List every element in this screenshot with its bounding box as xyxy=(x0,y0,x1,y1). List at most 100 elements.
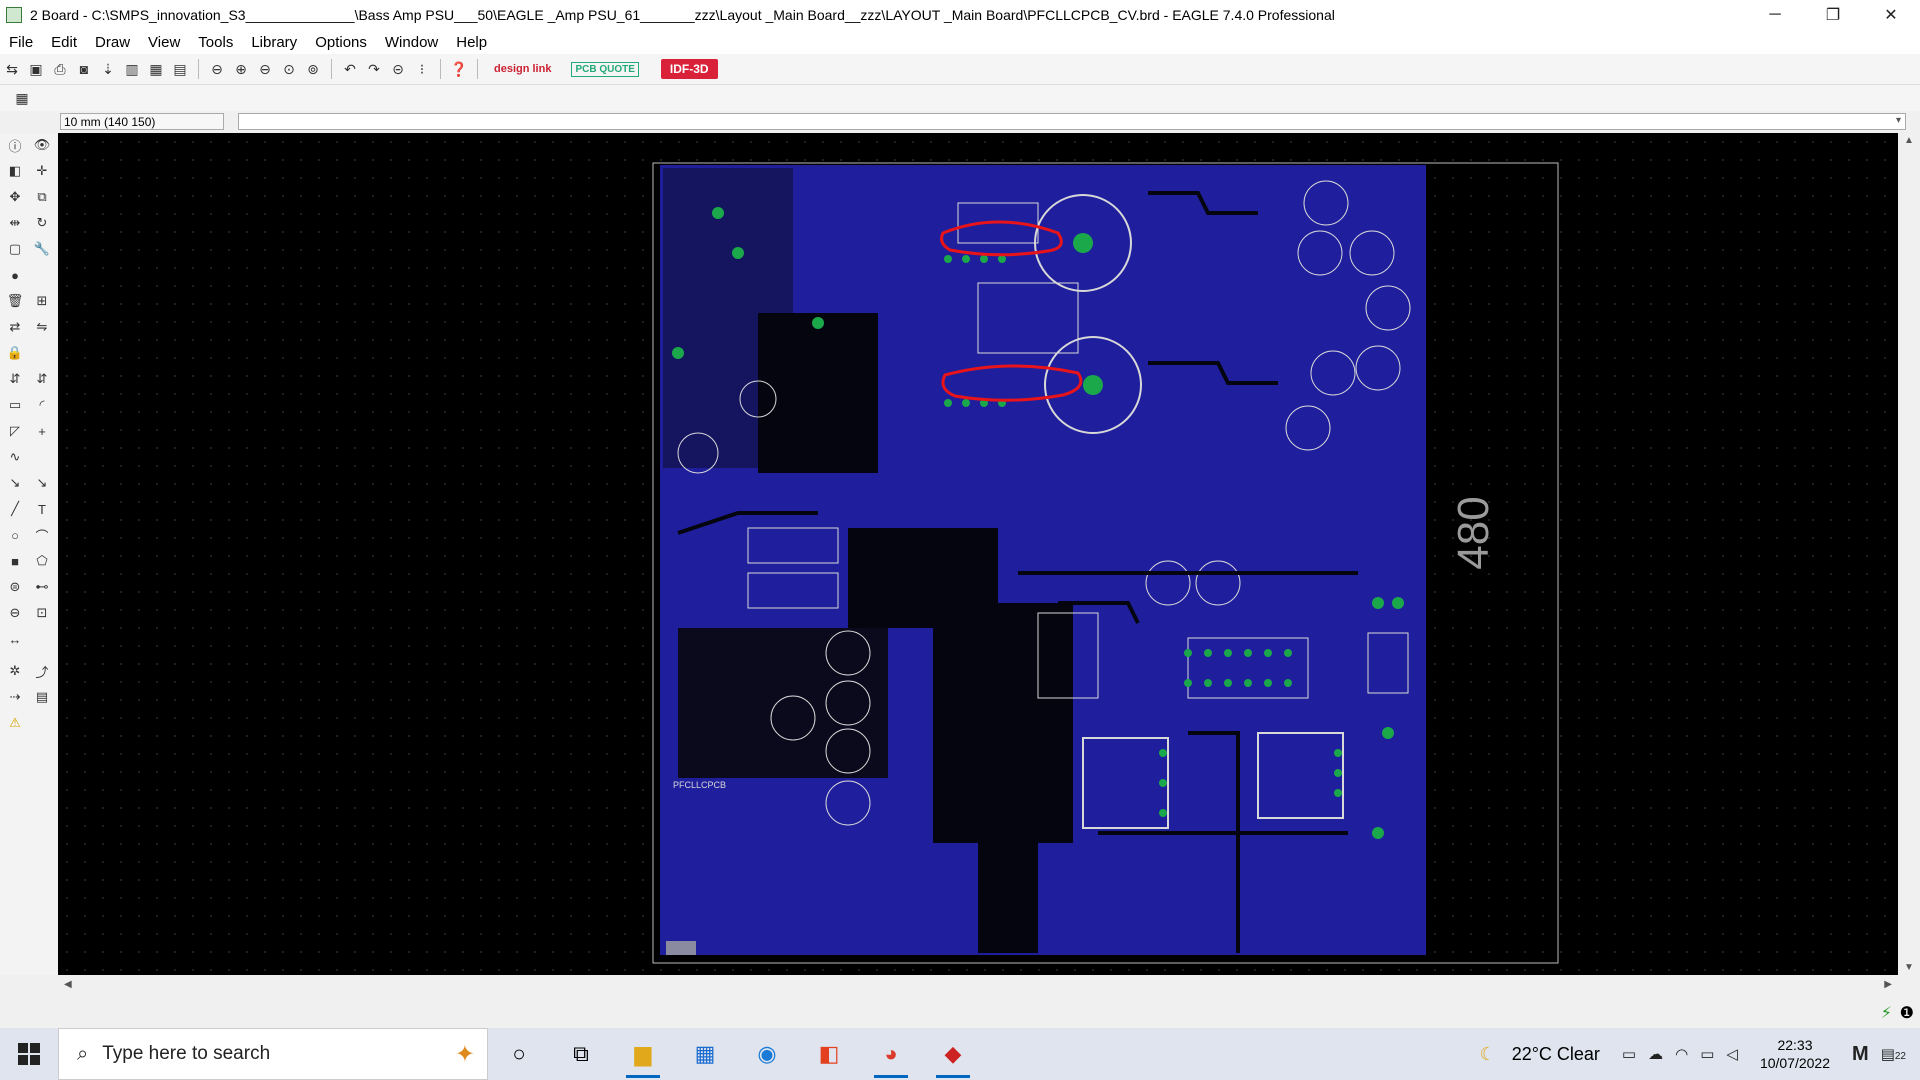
stop-icon[interactable]: ❶ xyxy=(1900,1003,1914,1023)
meet-now-icon[interactable]: ▭ xyxy=(1622,1045,1636,1063)
battery-icon[interactable]: ▭ xyxy=(1700,1045,1714,1063)
errors-icon[interactable]: ▤ xyxy=(32,687,52,707)
onedrive-icon[interactable]: ☁ xyxy=(1648,1045,1663,1063)
zoom-fit-icon[interactable]: ⊖ xyxy=(207,59,227,79)
ratsnest-icon[interactable]: ✲ xyxy=(5,661,25,681)
circle-icon[interactable]: ○ xyxy=(5,525,25,545)
miter-icon[interactable]: ◜ xyxy=(32,395,52,415)
eagle-taskbar-icon[interactable]: ◆ xyxy=(922,1028,984,1080)
drc-icon[interactable]: ⇢ xyxy=(5,687,25,707)
mark-icon[interactable]: ✛ xyxy=(32,161,52,181)
windows-start-button[interactable] xyxy=(0,1028,58,1080)
lightning-icon[interactable]: ⚡ xyxy=(1881,1003,1892,1023)
redraw-icon[interactable]: ⊚ xyxy=(303,59,323,79)
taskbar-search-box[interactable]: ⌕ Type here to search ✦ xyxy=(58,1028,488,1080)
rotate-icon[interactable]: ↻ xyxy=(32,213,52,233)
redo-icon[interactable]: ↷ xyxy=(364,59,384,79)
replace-icon[interactable]: ⇄ xyxy=(5,317,25,337)
script-icon[interactable]: ⇣ xyxy=(98,59,118,79)
cam-icon[interactable]: ◙ xyxy=(74,59,94,79)
text-icon[interactable]: T xyxy=(32,499,52,519)
copy-icon[interactable]: ⧉ xyxy=(32,187,52,207)
zoom-in-icon[interactable]: ⊕ xyxy=(231,59,251,79)
paste-icon[interactable]: ● xyxy=(5,265,25,285)
value-icon[interactable]: ⇵ xyxy=(32,369,52,389)
menu-help[interactable]: Help xyxy=(447,34,496,51)
notification-icon[interactable]: ▤22 xyxy=(1881,1045,1906,1063)
info-icon[interactable]: ⓘ xyxy=(5,135,25,155)
search-highlight-icon[interactable]: ✦ xyxy=(455,1040,475,1069)
lock-icon[interactable]: 🔒 xyxy=(5,343,25,363)
polygon-icon[interactable]: ⬠ xyxy=(32,551,52,571)
move-icon[interactable]: ✥ xyxy=(5,187,25,207)
design-link-logo[interactable]: design link xyxy=(494,63,551,75)
stop-icon[interactable]: ⊝ xyxy=(388,59,408,79)
arc-icon[interactable]: ⌒ xyxy=(32,525,52,545)
signal-icon[interactable]: ⊷ xyxy=(32,577,52,597)
wifi-icon[interactable]: ◠ xyxy=(1675,1045,1688,1063)
taskbar-clock[interactable]: 22:33 10/07/2022 xyxy=(1760,1036,1830,1072)
autorouter-icon[interactable]: ⤴ xyxy=(32,661,52,681)
horizontal-scrollbar[interactable]: ◀ ▶ xyxy=(58,975,1898,997)
idf-3d-button[interactable]: IDF-3D xyxy=(660,59,718,79)
hole-icon[interactable]: ⊖ xyxy=(5,603,25,623)
menu-view[interactable]: View xyxy=(139,34,189,51)
vertical-scrollbar[interactable]: ▲ ▼ xyxy=(1898,133,1920,975)
scroll-down-icon[interactable]: ▼ xyxy=(1904,962,1914,973)
line-icon[interactable]: ╱ xyxy=(5,499,25,519)
weather-readout[interactable]: 22°C Clear xyxy=(1512,1044,1600,1065)
undo-icon[interactable]: ↶ xyxy=(340,59,360,79)
ulp-icon[interactable]: ▥ xyxy=(122,59,142,79)
rect-icon[interactable]: ■ xyxy=(5,551,25,571)
ripup-icon[interactable]: ↘ xyxy=(5,473,25,493)
menu-file[interactable]: File xyxy=(0,34,42,51)
menu-library[interactable]: Library xyxy=(242,34,306,51)
name-icon[interactable]: ⇋ xyxy=(32,317,52,337)
menu-options[interactable]: Options xyxy=(306,34,376,51)
schematic-icon[interactable]: ▦ xyxy=(146,59,166,79)
maximize-button[interactable]: ❐ xyxy=(1804,0,1862,30)
meander-icon[interactable]: ∿ xyxy=(5,447,25,467)
chat-app-icon[interactable]: ◉ xyxy=(736,1028,798,1080)
zoom-out-icon[interactable]: ⊖ xyxy=(255,59,275,79)
wire-icon[interactable]: ↘ xyxy=(32,473,52,493)
board-editor-canvas[interactable]: PFCLLCPCB 480 xyxy=(58,133,1898,975)
menu-edit[interactable]: Edit xyxy=(42,34,86,51)
menu-tools[interactable]: Tools xyxy=(189,34,242,51)
via-icon[interactable]: ⊜ xyxy=(5,577,25,597)
zoom-select-icon[interactable]: ⊙ xyxy=(279,59,299,79)
mirror-icon[interactable]: ⇹ xyxy=(5,213,25,233)
warning-icon[interactable]: ⚠ xyxy=(5,713,25,733)
save-icon[interactable]: ▣ xyxy=(26,59,46,79)
scroll-up-icon[interactable]: ▲ xyxy=(1904,135,1914,146)
delete-icon[interactable]: 🗑 xyxy=(5,291,25,311)
language-icon[interactable]: M xyxy=(1852,1043,1869,1066)
show-icon[interactable]: 👁 xyxy=(32,135,52,155)
optimize-icon[interactable]: ◸ xyxy=(5,421,25,441)
help-icon[interactable]: ❓ xyxy=(449,59,469,79)
chrome-icon[interactable]: ◕ xyxy=(860,1028,922,1080)
volume-icon[interactable]: ◁ xyxy=(1726,1045,1738,1063)
menu-window[interactable]: Window xyxy=(376,34,447,51)
route-icon[interactable]: + xyxy=(32,421,52,441)
office-icon[interactable]: ◧ xyxy=(798,1028,860,1080)
scroll-left-icon[interactable]: ◀ xyxy=(64,979,72,990)
change-icon[interactable]: 🔧 xyxy=(32,239,52,259)
task-view-icon[interactable]: ⧉ xyxy=(550,1028,612,1080)
store-icon[interactable]: ▦ xyxy=(674,1028,736,1080)
file-explorer-icon[interactable]: ▆ xyxy=(612,1028,674,1080)
open-icon[interactable]: ⇆ xyxy=(2,59,22,79)
add-icon[interactable]: ⊞ xyxy=(32,291,52,311)
board-icon[interactable]: ▤ xyxy=(170,59,190,79)
smash-icon[interactable]: ⇵ xyxy=(5,369,25,389)
split-icon[interactable]: ▭ xyxy=(5,395,25,415)
print-icon[interactable]: ⎙ xyxy=(50,59,70,79)
weather-icon[interactable]: ☾ xyxy=(1480,1044,1496,1065)
command-dropdown-icon[interactable]: ▾ xyxy=(1896,115,1901,126)
menu-draw[interactable]: Draw xyxy=(86,34,139,51)
command-line-input[interactable]: ▾ xyxy=(238,113,1906,130)
minimize-button[interactable]: ─ xyxy=(1746,0,1804,30)
grid-icon[interactable]: ▦ xyxy=(12,88,32,108)
display-icon[interactable]: ◧ xyxy=(5,161,25,181)
attribute-icon[interactable]: ⊡ xyxy=(32,603,52,623)
